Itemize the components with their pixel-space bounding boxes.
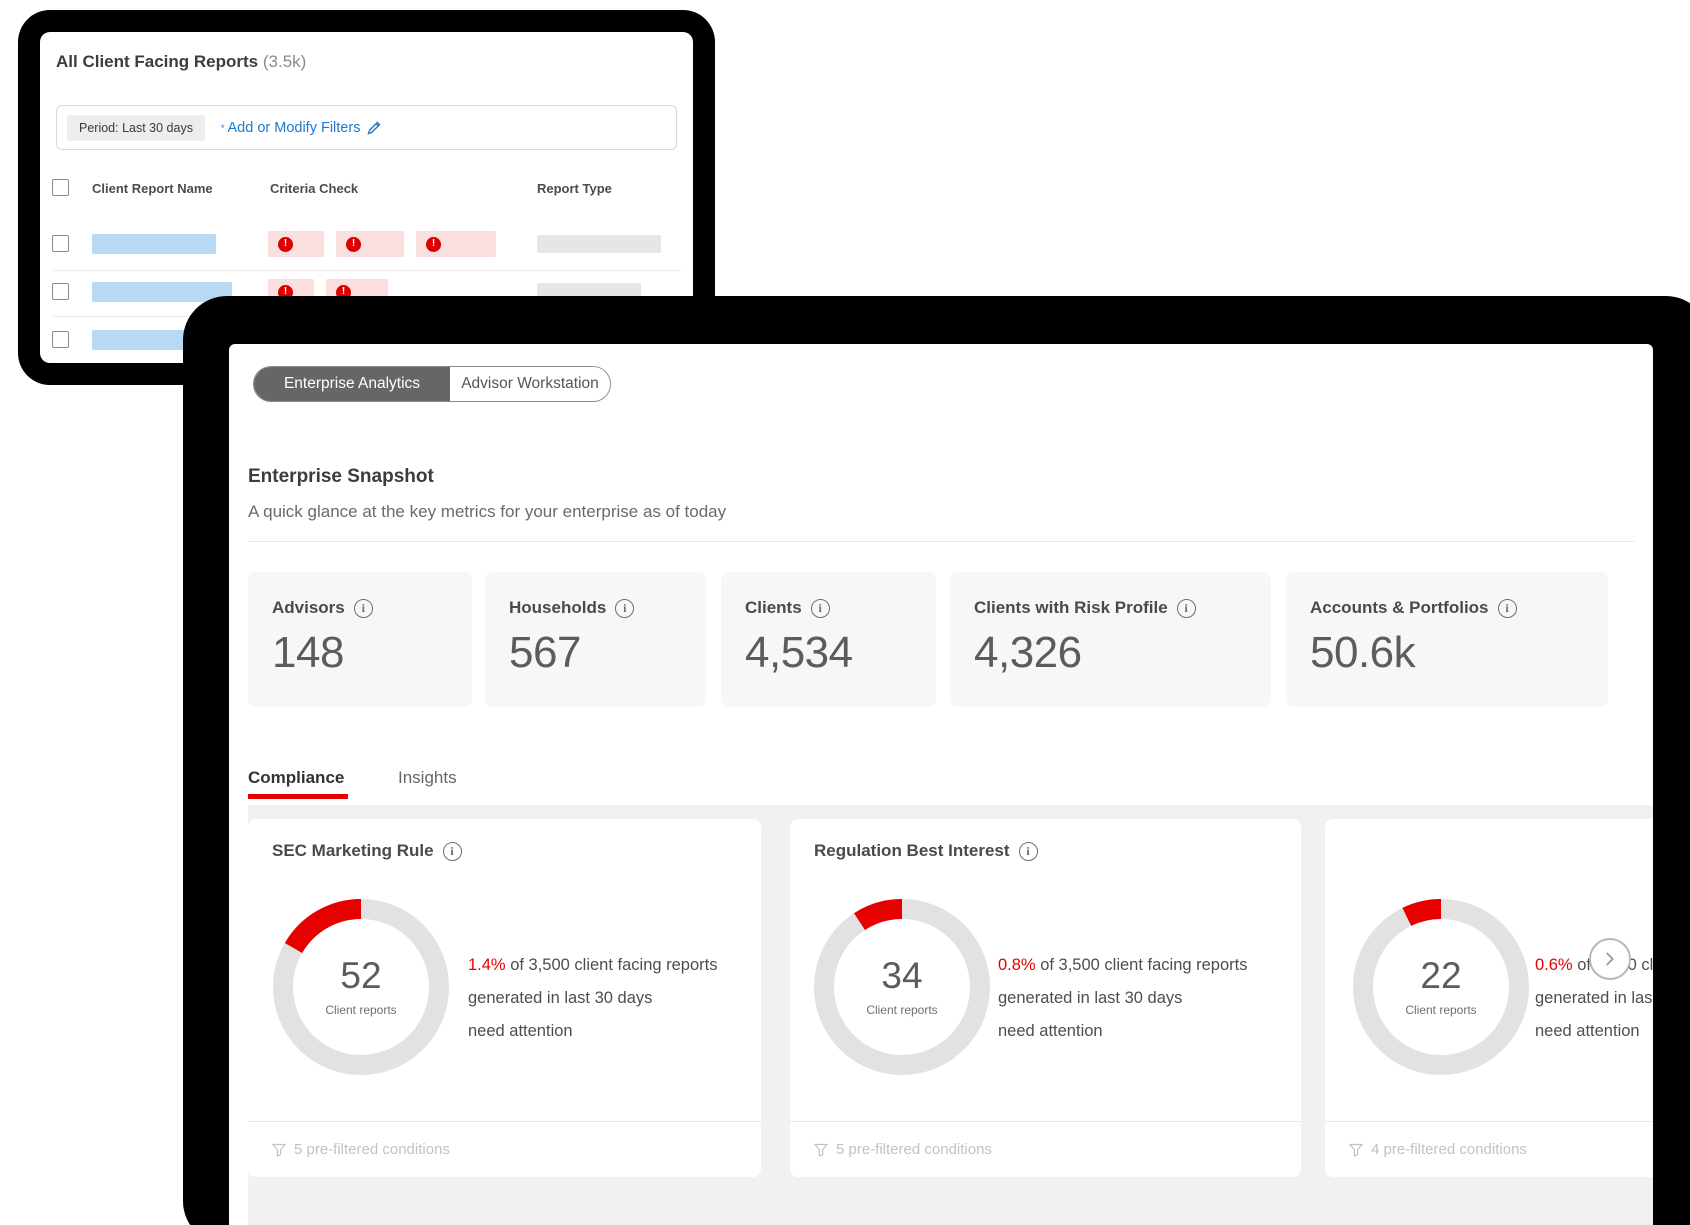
criteria-error-chip: ! — [268, 231, 324, 257]
gauge-chart: 52 Client reports — [273, 899, 449, 1075]
metric-value: 50.6k — [1310, 628, 1608, 678]
metric-value: 4,534 — [745, 628, 936, 678]
compliance-card-sec-marketing-rule[interactable]: SEC Marketing Rule i 52 Client reports 1.… — [248, 819, 761, 1177]
info-icon[interactable]: i — [615, 599, 634, 618]
gauge-chart: 34 Client reports — [814, 899, 990, 1075]
page-title: Enterprise Snapshot — [248, 466, 434, 488]
gauge-value: 34 — [814, 955, 990, 997]
info-icon[interactable]: i — [354, 599, 373, 618]
period-filter-chip[interactable]: Period: Last 30 days — [67, 115, 205, 141]
reports-count: (3.5k) — [263, 52, 306, 71]
carousel-next-button[interactable] — [1589, 938, 1631, 980]
card-description: 0.8% of 3,500 client facing reports gene… — [998, 949, 1248, 1048]
metric-card-accounts-portfolios[interactable]: Accounts & Portfolios i 50.6k — [1286, 572, 1608, 707]
card-footer-divider — [248, 1121, 761, 1122]
card-footer-divider — [1325, 1121, 1653, 1122]
report-type-placeholder — [537, 235, 661, 253]
section-divider — [248, 541, 1634, 542]
metric-card-clients-risk-profile[interactable]: Clients with Risk Profile i 4,326 — [950, 572, 1271, 707]
compliance-card-regulation-best-interest[interactable]: Regulation Best Interest i 34 Client repo… — [790, 819, 1301, 1177]
analytics-window: Enterprise Analytics Advisor Workstation… — [183, 296, 1690, 1225]
card-description: 1.4% of 3,500 client facing reports gene… — [468, 949, 718, 1048]
card-title: Regulation Best Interest — [814, 841, 1010, 861]
gauge-value: 52 — [273, 955, 449, 997]
card-title: SEC Marketing Rule — [272, 841, 434, 861]
filter-bar: Period: Last 30 days * Add or Modify Fil… — [56, 105, 677, 150]
metric-label: Clients — [745, 598, 802, 618]
error-badge-icon: ! — [426, 237, 441, 252]
metric-card-households[interactable]: Households i 567 — [485, 572, 706, 707]
add-modify-filters-link[interactable]: * Add or Modify Filters — [221, 120, 382, 136]
card-footer-divider — [790, 1121, 1301, 1122]
gauge-label: Client reports — [1353, 1003, 1529, 1017]
reports-title-text: All Client Facing Reports — [56, 52, 258, 71]
filter-funnel-icon — [814, 1143, 828, 1157]
workspace-switcher: Enterprise Analytics Advisor Workstation — [253, 366, 611, 402]
active-tab-underline — [248, 794, 348, 799]
criteria-error-chip: ! — [336, 231, 404, 257]
page-subtitle: A quick glance at the key metrics for yo… — [248, 502, 726, 522]
tab-insights[interactable]: Insights — [398, 768, 457, 788]
gauge-value: 22 — [1353, 955, 1529, 997]
metric-label: Households — [509, 598, 606, 618]
metric-value: 148 — [272, 628, 472, 678]
row-checkbox[interactable] — [52, 331, 69, 348]
info-icon[interactable]: i — [811, 599, 830, 618]
metric-value: 4,326 — [974, 628, 1271, 678]
criteria-error-chip: ! — [416, 231, 496, 257]
tab-enterprise-analytics[interactable]: Enterprise Analytics — [254, 367, 450, 401]
row-checkbox[interactable] — [52, 235, 69, 252]
info-icon[interactable]: i — [443, 842, 462, 861]
footnote-asterisk: * — [221, 123, 225, 133]
row-checkbox[interactable] — [52, 283, 69, 300]
metric-card-clients[interactable]: Clients i 4,534 — [721, 572, 936, 707]
report-name-placeholder — [92, 234, 216, 254]
metric-label: Accounts & Portfolios — [1310, 598, 1489, 618]
pre-filtered-conditions: 4 pre-filtered conditions — [1349, 1141, 1527, 1158]
error-badge-icon: ! — [278, 237, 293, 252]
column-header-criteria-check: Criteria Check — [270, 181, 358, 196]
info-icon[interactable]: i — [1177, 599, 1196, 618]
metric-card-advisors[interactable]: Advisors i 148 — [248, 572, 472, 707]
pre-filtered-conditions: 5 pre-filtered conditions — [272, 1141, 450, 1158]
select-all-checkbox[interactable] — [52, 179, 69, 196]
metric-label: Advisors — [272, 598, 345, 618]
gauge-chart: 22 Client reports — [1353, 899, 1529, 1075]
pre-filtered-conditions: 5 pre-filtered conditions — [814, 1141, 992, 1158]
tab-advisor-workstation[interactable]: Advisor Workstation — [450, 367, 610, 401]
pct-value: 0.6% — [1535, 956, 1573, 974]
chevron-right-icon — [1599, 948, 1621, 970]
column-header-client-report-name: Client Report Name — [92, 181, 213, 196]
metric-value: 567 — [509, 628, 706, 678]
filter-funnel-icon — [1349, 1143, 1363, 1157]
compliance-card-third[interactable]: 22 Client reports 0.6% of 3,500 client f… — [1325, 819, 1653, 1177]
reports-title: All Client Facing Reports (3.5k) — [56, 52, 306, 72]
metric-label: Clients with Risk Profile — [974, 598, 1168, 618]
page: All Client Facing Reports (3.5k) Period:… — [0, 0, 1690, 1225]
analytics-window-content: Enterprise Analytics Advisor Workstation… — [229, 344, 1653, 1225]
tab-compliance[interactable]: Compliance — [248, 768, 344, 788]
column-header-report-type: Report Type — [537, 181, 612, 196]
gauge-label: Client reports — [814, 1003, 990, 1017]
row-divider — [52, 270, 681, 271]
pct-value: 0.8% — [998, 956, 1036, 974]
pct-value: 1.4% — [468, 956, 506, 974]
compliance-panel: SEC Marketing Rule i 52 Client reports 1.… — [248, 805, 1653, 1225]
edit-pencil-icon — [366, 120, 382, 136]
info-icon[interactable]: i — [1019, 842, 1038, 861]
add-modify-filters-label: Add or Modify Filters — [227, 120, 360, 136]
error-badge-icon: ! — [346, 237, 361, 252]
info-icon[interactable]: i — [1498, 599, 1517, 618]
filter-funnel-icon — [272, 1143, 286, 1157]
gauge-label: Client reports — [273, 1003, 449, 1017]
